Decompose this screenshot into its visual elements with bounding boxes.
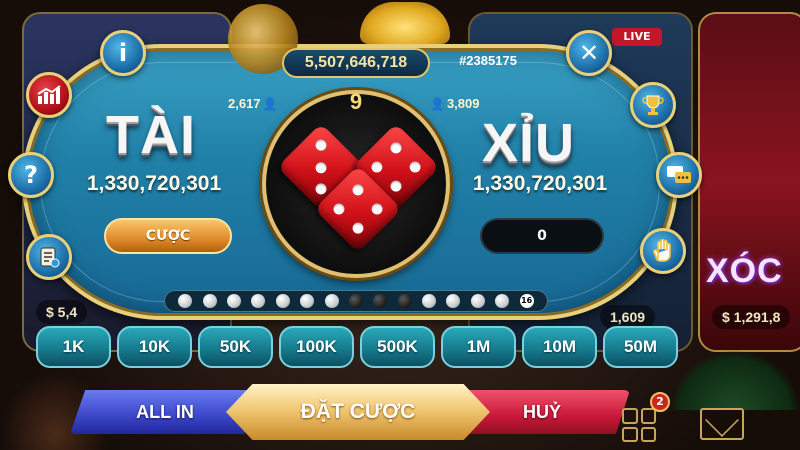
chip-1m[interactable]: 1M [441, 326, 516, 368]
die-pip [368, 159, 385, 175]
xoc-dia-label: XÓC [706, 252, 783, 290]
xiu-total-bet: 1,330,720,301 [472, 172, 608, 195]
menu-grid-icon[interactable] [622, 408, 656, 442]
chip-selector: 1K 10K 50K 100K 500K 1M 10M 50M [36, 326, 684, 368]
die-pip [330, 201, 347, 217]
die-pip [369, 201, 386, 217]
lobby-card-amount: $ 5,4 [36, 300, 88, 324]
history-result-dot [202, 294, 217, 308]
history-result-dot [495, 294, 510, 308]
manual-bet-button[interactable] [640, 228, 686, 274]
die-pip [388, 178, 404, 195]
lobby-card-amount: $ 1,291,8 [712, 305, 791, 329]
person-icon: 👤 [430, 96, 445, 111]
bet-tai-button[interactable]: CƯỢC [104, 218, 232, 254]
xiu-title: XỈU [482, 113, 576, 173]
die-pip [313, 181, 329, 197]
tai-player-count: 2,617 👤 [228, 96, 278, 111]
chip-10k[interactable]: 10K [117, 326, 192, 368]
leaderboard-button[interactable] [630, 82, 676, 128]
result-history[interactable]: 16 [164, 290, 548, 312]
tai-player-count-value: 2,617 [228, 96, 261, 111]
chart-icon [37, 85, 61, 104]
xiu-player-count-value: 3,809 [446, 96, 480, 111]
bet-xiu-input[interactable]: 0 [480, 218, 604, 254]
history-result-dot [178, 294, 193, 308]
notification-badge: 2 [650, 392, 670, 412]
die-pip [350, 220, 366, 237]
person-icon: 👤 [262, 96, 278, 111]
live-badge: LIVE [612, 28, 662, 46]
chip-50k[interactable]: 50K [198, 326, 273, 368]
history-result-dot [300, 294, 315, 308]
info-button[interactable]: i [100, 30, 146, 76]
tai-title: TÀI [106, 105, 196, 165]
lobby-game-card-xoc-dia[interactable] [698, 12, 800, 352]
history-result-dot [226, 294, 241, 308]
chip-100k[interactable]: 100K [279, 326, 354, 368]
die-pip [407, 159, 424, 175]
chat-button[interactable] [656, 152, 702, 198]
chip-50m[interactable]: 50M [603, 326, 678, 368]
history-result-dot [397, 294, 412, 308]
history-result-dot [348, 294, 363, 308]
round-countdown: 9 [349, 89, 363, 114]
question-icon: ? [24, 161, 38, 189]
statistics-button[interactable] [26, 72, 72, 118]
history-result-dot [275, 294, 290, 308]
chip-1k[interactable]: 1K [36, 326, 111, 368]
close-icon: ✕ [578, 39, 600, 67]
history-result-dot [422, 294, 437, 308]
chip-10m[interactable]: 10M [522, 326, 597, 368]
xiu-player-count: 👤 3,809 [430, 96, 480, 111]
help-button[interactable]: ? [8, 152, 54, 198]
hand-icon [653, 239, 671, 262]
tai-total-bet: 1,330,720,301 [86, 172, 222, 195]
history-result-dot [251, 294, 266, 308]
die-pip [350, 181, 366, 198]
history-result-dot [470, 294, 485, 308]
place-bet-button[interactable]: ĐẶT CƯỢC [226, 384, 490, 440]
die-pip [388, 139, 404, 156]
rules-button[interactable] [26, 234, 72, 280]
history-result-dot [373, 294, 388, 308]
christmas-tree-decoration [670, 350, 800, 410]
chat-icon [667, 166, 691, 183]
mail-icon[interactable] [700, 408, 744, 440]
info-icon: i [118, 39, 128, 67]
history-count: 16 [519, 294, 534, 308]
close-button[interactable]: ✕ [566, 30, 612, 76]
scroll-icon [40, 247, 60, 268]
die-pip [313, 159, 329, 175]
chip-500k[interactable]: 500K [360, 326, 435, 368]
trophy-icon [642, 95, 664, 115]
history-result-dot [446, 294, 461, 308]
jackpot-amount: 5,507,646,718 [282, 48, 430, 78]
session-id: #2385175 [459, 53, 517, 68]
die-pip [313, 137, 329, 153]
gold-coins-icon [360, 2, 450, 44]
history-result-dot [324, 294, 339, 308]
